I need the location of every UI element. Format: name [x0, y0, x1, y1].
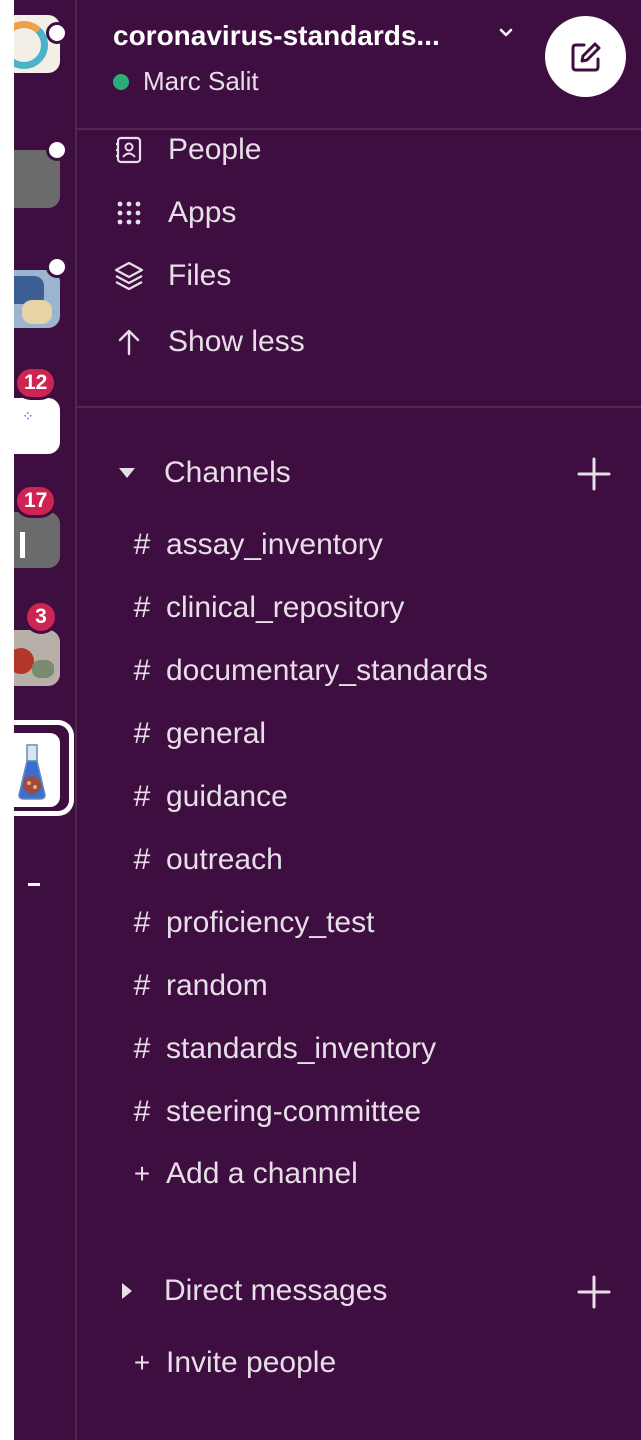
- people-icon: [112, 133, 146, 167]
- plus-icon: +: [133, 1347, 151, 1378]
- channel-item-steering-committee[interactable]: # steering-committee: [130, 1095, 421, 1129]
- mention-badge: 17: [14, 484, 58, 518]
- channel-item-guidance[interactable]: # guidance: [130, 780, 288, 814]
- workspace-icon-3[interactable]: [14, 270, 60, 328]
- nav-label: Apps: [168, 196, 237, 229]
- channel-item-standards-inventory[interactable]: # standards_inventory: [130, 1032, 437, 1066]
- rail-separator: [75, 0, 77, 1440]
- unread-dot: [46, 139, 68, 161]
- nav-people[interactable]: People: [112, 133, 261, 167]
- files-stack-icon: [112, 259, 146, 293]
- compose-button[interactable]: [545, 16, 626, 97]
- plus-icon: [577, 1275, 611, 1309]
- add-direct-message-plus-button[interactable]: [574, 1272, 614, 1312]
- user-name: Marc Salit: [143, 66, 259, 96]
- nav-files[interactable]: Files: [112, 259, 231, 293]
- mention-badge: 3: [24, 600, 58, 634]
- caret-right-icon: [116, 1282, 138, 1300]
- arrow-up-icon: [112, 325, 146, 359]
- channel-item-random[interactable]: # random: [130, 969, 268, 1003]
- compose-icon: [571, 42, 600, 71]
- channels-title: Channels: [164, 456, 291, 489]
- workspace-rail: ⁘ 12 17 3: [14, 0, 74, 1440]
- presence-indicator: [113, 73, 129, 90]
- nav-apps[interactable]: Apps: [112, 196, 236, 230]
- workspace-icon-4[interactable]: ⁘: [14, 398, 60, 454]
- caret-down-icon: [116, 467, 138, 479]
- plus-icon: [577, 457, 611, 491]
- workspace-icon-6[interactable]: [14, 630, 60, 686]
- current-user: Marc Salit: [113, 66, 259, 97]
- add-channel-plus-button[interactable]: [574, 454, 614, 494]
- channel-item-general[interactable]: # general: [130, 717, 266, 751]
- direct-messages-section-header[interactable]: Direct messages: [116, 1274, 387, 1308]
- channel-item-proficiency-test[interactable]: # proficiency_test: [130, 906, 375, 940]
- channel-item-assay-inventory[interactable]: # assay_inventory: [130, 528, 383, 562]
- channel-item-outreach[interactable]: # outreach: [130, 843, 283, 877]
- nav-label: Show less: [168, 325, 305, 358]
- active-workspace-icon[interactable]: [14, 720, 74, 816]
- rail-divider: [28, 883, 40, 886]
- channels-section-header[interactable]: Channels: [116, 456, 291, 490]
- flask-icon: [18, 744, 46, 800]
- channel-item-documentary-standards[interactable]: # documentary_standards: [130, 654, 488, 688]
- plus-icon: +: [133, 1158, 151, 1189]
- apps-grid-icon: [112, 196, 146, 230]
- nav-label: People: [168, 133, 262, 166]
- add-channel-link[interactable]: + Add a channel: [130, 1157, 358, 1191]
- section-divider: [77, 406, 641, 408]
- nav-show-less[interactable]: Show less: [112, 325, 305, 359]
- nav-label: Files: [168, 259, 232, 292]
- workspace-name[interactable]: coronavirus-standards...: [113, 20, 440, 52]
- unread-dot: [46, 256, 68, 278]
- unread-dot: [46, 22, 68, 44]
- invite-people-link[interactable]: + Invite people: [130, 1346, 336, 1380]
- direct-messages-title: Direct messages: [164, 1274, 388, 1307]
- workspace-icon-5[interactable]: [14, 512, 60, 568]
- channel-item-clinical-repository[interactable]: # clinical_repository: [130, 591, 405, 625]
- left-window-edge: [0, 0, 14, 1440]
- workspace-header: coronavirus-standards... Marc Salit: [77, 0, 641, 130]
- chevron-down-icon[interactable]: [497, 24, 515, 42]
- mention-badge: 12: [14, 366, 58, 400]
